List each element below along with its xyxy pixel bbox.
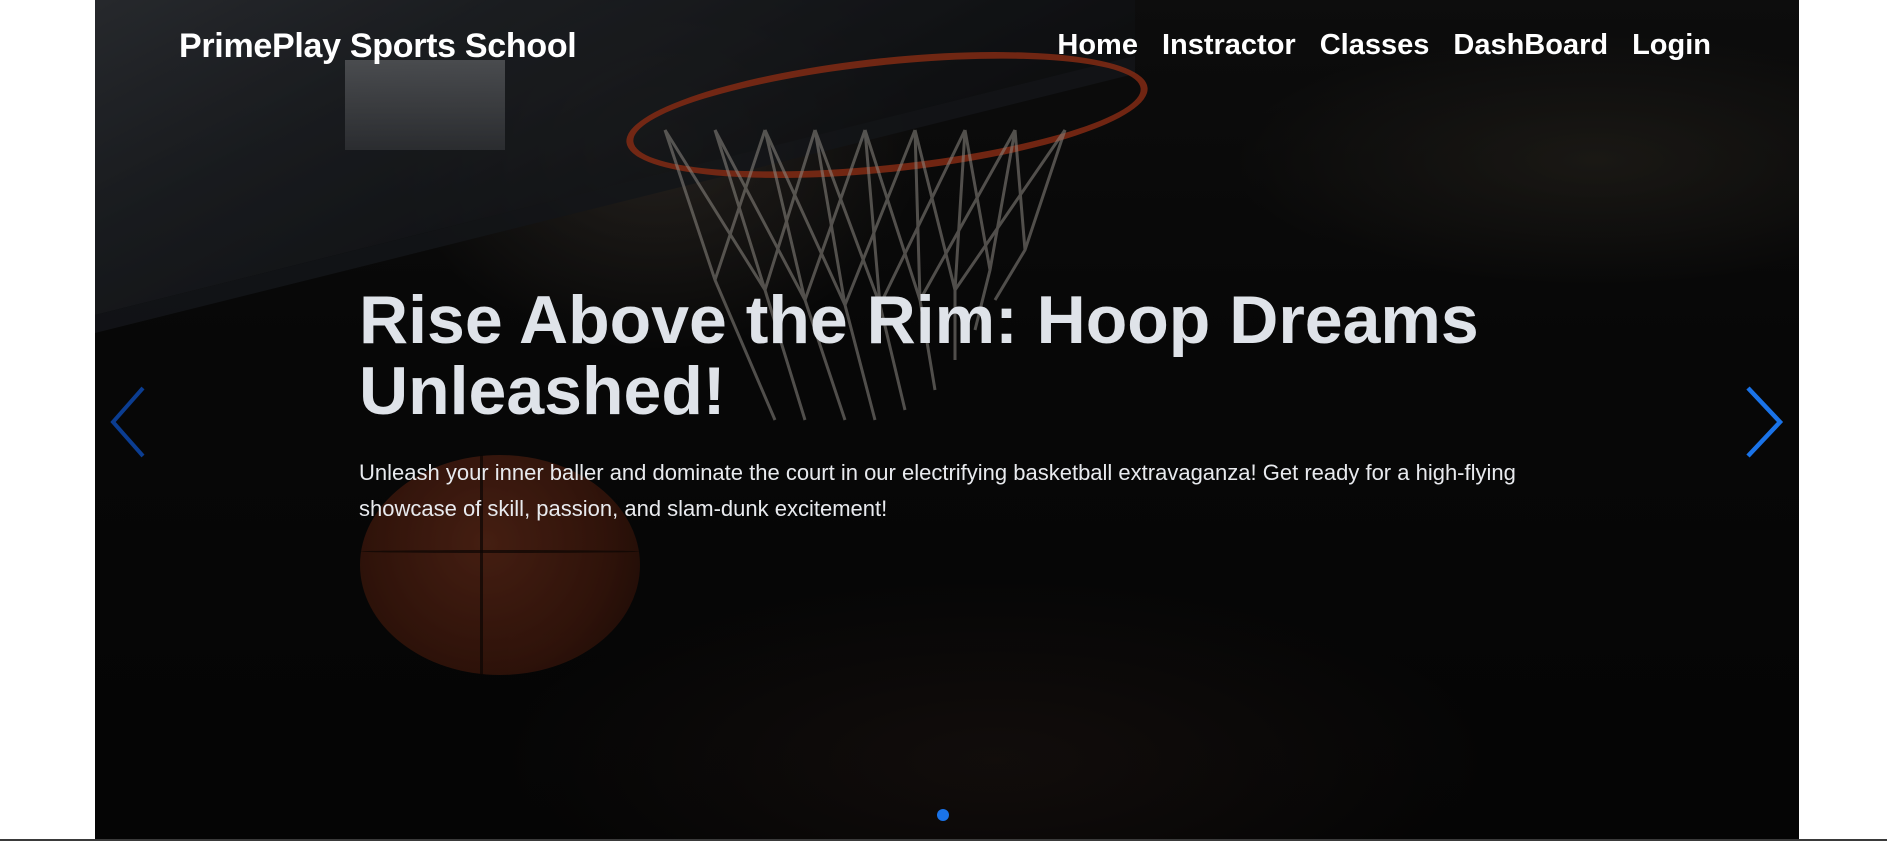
nav-link-dashboard[interactable]: DashBoard [1453, 29, 1608, 62]
carousel-indicators [0, 809, 1887, 821]
page: PrimePlay Sports School Home Instractor … [0, 0, 1887, 841]
hero-headline: Rise Above the Rim: Hoop Dreams Unleashe… [359, 282, 1479, 429]
brand-logo[interactable]: PrimePlay Sports School [179, 27, 577, 66]
nav-link-home[interactable]: Home [1057, 29, 1138, 62]
nav-menu: Home Instractor Classes DashBoard Login [1057, 29, 1711, 62]
nav-link-instructor[interactable]: Instractor [1162, 29, 1296, 62]
nav-link-login[interactable]: Login [1632, 29, 1711, 62]
hero-caption: Rise Above the Rim: Hoop Dreams Unleashe… [359, 285, 1559, 527]
carousel-indicator-1[interactable] [936, 809, 949, 821]
nav-link-classes[interactable]: Classes [1320, 29, 1430, 62]
carousel-prev-button[interactable] [105, 382, 155, 462]
chevron-left-icon [110, 386, 145, 458]
navbar: PrimePlay Sports School Home Instractor … [95, 0, 1799, 96]
carousel-next-button[interactable] [1740, 382, 1790, 462]
hero-description: Unleash your inner baller and dominate t… [359, 460, 1516, 521]
chevron-right-icon [1746, 386, 1784, 458]
